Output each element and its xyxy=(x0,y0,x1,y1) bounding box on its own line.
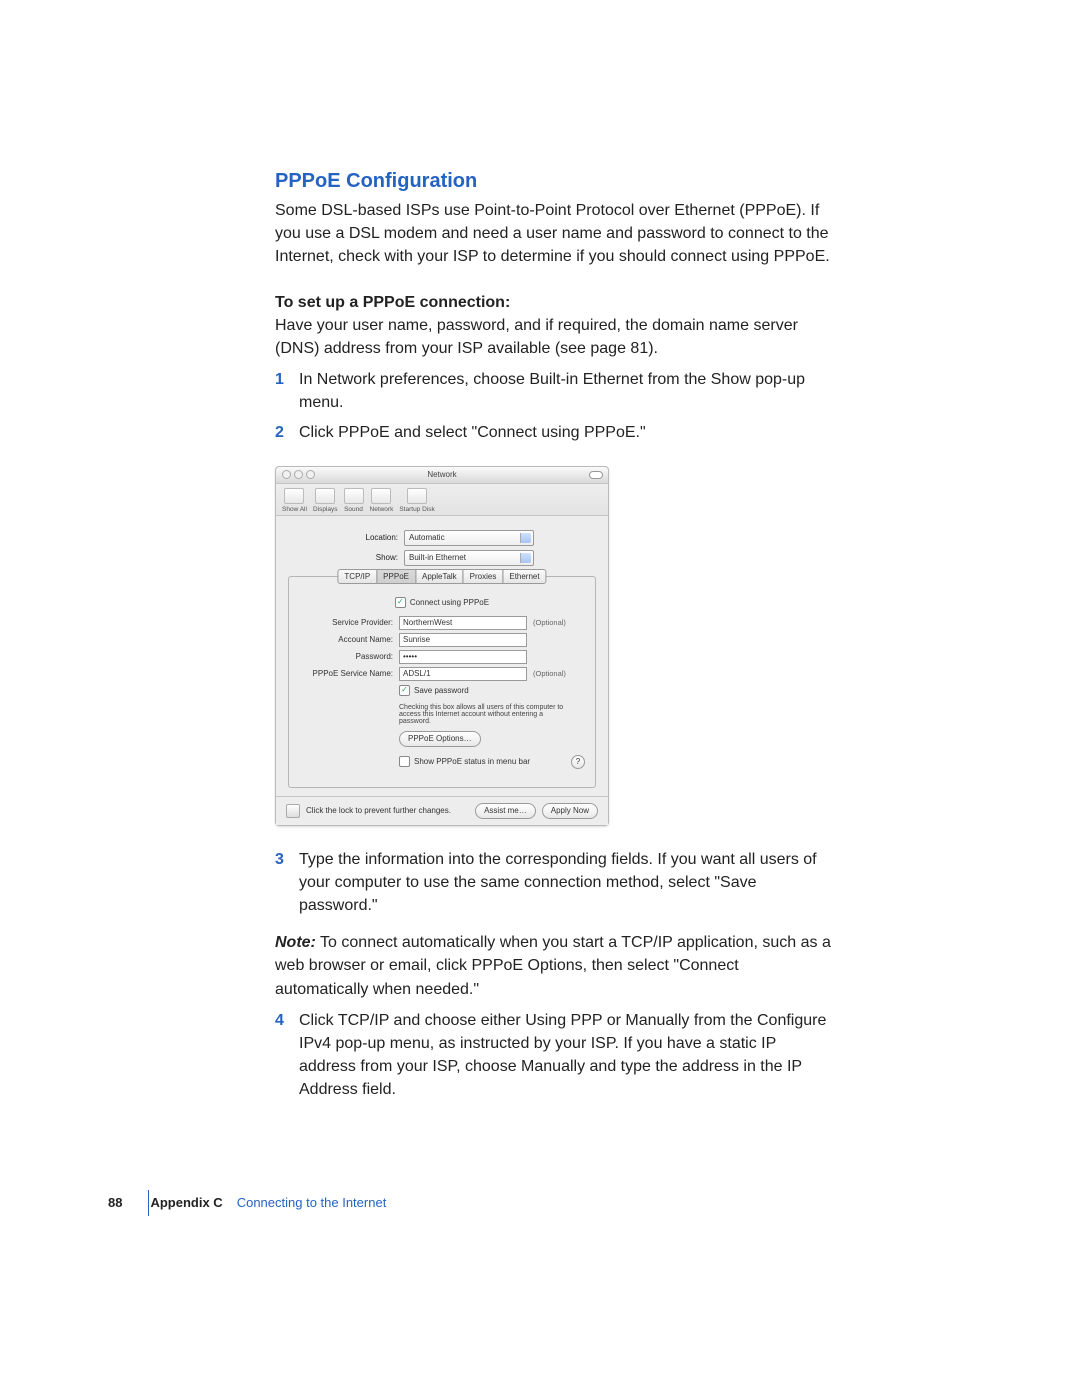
toolbar-displays[interactable]: Displays xyxy=(313,488,338,513)
sound-icon xyxy=(344,488,364,504)
step-text: Type the information into the correspond… xyxy=(299,848,835,918)
steps-list-b2: 4Click TCP/IP and choose either Using PP… xyxy=(275,1009,835,1102)
tab-tcpip[interactable]: TCP/IP xyxy=(337,569,377,584)
tab-pppoe[interactable]: PPPoE xyxy=(376,569,416,584)
section-heading: PPPoE Configuration xyxy=(275,170,835,193)
note-text: To connect automatically when you start … xyxy=(275,934,831,997)
pppoe-service-name-label: PPPoE Service Name: xyxy=(299,669,399,678)
location-select[interactable]: Automatic xyxy=(404,530,534,546)
optional-label: (Optional) xyxy=(533,669,566,678)
show-label: Show: xyxy=(288,553,404,562)
account-name-field[interactable]: Sunrise xyxy=(399,633,527,647)
appendix-title: Connecting to the Internet xyxy=(237,1195,387,1210)
password-field[interactable]: ••••• xyxy=(399,650,527,664)
assist-me-button[interactable]: Assist me… xyxy=(475,803,536,819)
steps-list-b: 3Type the information into the correspon… xyxy=(275,848,835,918)
startup-disk-icon xyxy=(407,488,427,504)
show-status-checkbox[interactable] xyxy=(399,756,410,767)
page-footer: 88 Appendix C Connecting to the Internet xyxy=(108,1195,386,1210)
appendix-label: Appendix C xyxy=(150,1195,222,1210)
save-password-hint: Checking this box allows all users of th… xyxy=(399,704,569,725)
show-select[interactable]: Built-in Ethernet xyxy=(404,550,534,566)
tab-ethernet[interactable]: Ethernet xyxy=(502,569,546,584)
tab-appletalk[interactable]: AppleTalk xyxy=(415,569,464,584)
step-number: 4 xyxy=(275,1009,289,1102)
network-prefs-window: Network Show All Displays Sound Network … xyxy=(275,466,609,826)
tab-proxies[interactable]: Proxies xyxy=(463,569,504,584)
step-number: 2 xyxy=(275,421,289,444)
optional-label: (Optional) xyxy=(533,618,566,627)
toolbar-show-all[interactable]: Show All xyxy=(282,488,307,513)
subhead: To set up a PPPoE connection: xyxy=(275,291,835,314)
pppoe-service-name-field[interactable]: ADSL/1 xyxy=(399,667,527,681)
save-password-checkbox[interactable]: ✓ xyxy=(399,685,410,696)
toolbar-network[interactable]: Network xyxy=(370,488,394,513)
step-text: Click TCP/IP and choose either Using PPP… xyxy=(299,1009,835,1102)
steps-list-a: 1In Network preferences, choose Built-in… xyxy=(275,368,835,444)
show-status-label: Show PPPoE status in menu bar xyxy=(414,757,530,766)
service-provider-field[interactable]: NorthernWest xyxy=(399,616,527,630)
service-provider-label: Service Provider: xyxy=(299,618,399,627)
lock-icon[interactable] xyxy=(286,804,300,818)
prefs-toolbar: Show All Displays Sound Network Startup … xyxy=(276,484,608,516)
window-titlebar[interactable]: Network xyxy=(276,467,608,484)
password-label: Password: xyxy=(299,652,399,661)
lock-text: Click the lock to prevent further change… xyxy=(306,806,451,815)
toolbar-sound[interactable]: Sound xyxy=(344,488,364,513)
step-text: Click PPPoE and select "Connect using PP… xyxy=(299,421,646,444)
toolbar-toggle-icon[interactable] xyxy=(589,471,603,479)
step-number: 3 xyxy=(275,848,289,918)
help-button[interactable]: ? xyxy=(571,755,585,769)
account-name-label: Account Name: xyxy=(299,635,399,644)
save-password-label: Save password xyxy=(414,686,469,695)
network-icon xyxy=(371,488,391,504)
step-number: 1 xyxy=(275,368,289,414)
preamble: Have your user name, password, and if re… xyxy=(275,314,835,360)
window-title: Network xyxy=(276,470,608,479)
note-paragraph: Note: To connect automatically when you … xyxy=(275,931,835,1001)
location-label: Location: xyxy=(288,533,404,542)
toolbar-startup-disk[interactable]: Startup Disk xyxy=(399,488,434,513)
connect-pppoe-checkbox[interactable]: ✓ xyxy=(395,597,406,608)
tab-panel: TCP/IP PPPoE AppleTalk Proxies Ethernet … xyxy=(288,576,596,788)
step-text: In Network preferences, choose Built-in … xyxy=(299,368,835,414)
display-icon xyxy=(315,488,335,504)
window-footer: Click the lock to prevent further change… xyxy=(276,796,608,825)
connect-pppoe-label: Connect using PPPoE xyxy=(410,598,489,607)
page-content: PPPoE Configuration Some DSL-based ISPs … xyxy=(275,170,835,1108)
page-number: 88 xyxy=(108,1195,122,1210)
window-content: Location: Automatic Show: Built-in Ether… xyxy=(276,516,608,796)
tab-strip: TCP/IP PPPoE AppleTalk Proxies Ethernet xyxy=(337,569,546,584)
apply-now-button[interactable]: Apply Now xyxy=(542,803,598,819)
intro-paragraph: Some DSL-based ISPs use Point-to-Point P… xyxy=(275,199,835,269)
pppoe-options-button[interactable]: PPPoE Options… xyxy=(399,731,481,747)
note-label: Note: xyxy=(275,934,316,951)
grid-icon xyxy=(284,488,304,504)
